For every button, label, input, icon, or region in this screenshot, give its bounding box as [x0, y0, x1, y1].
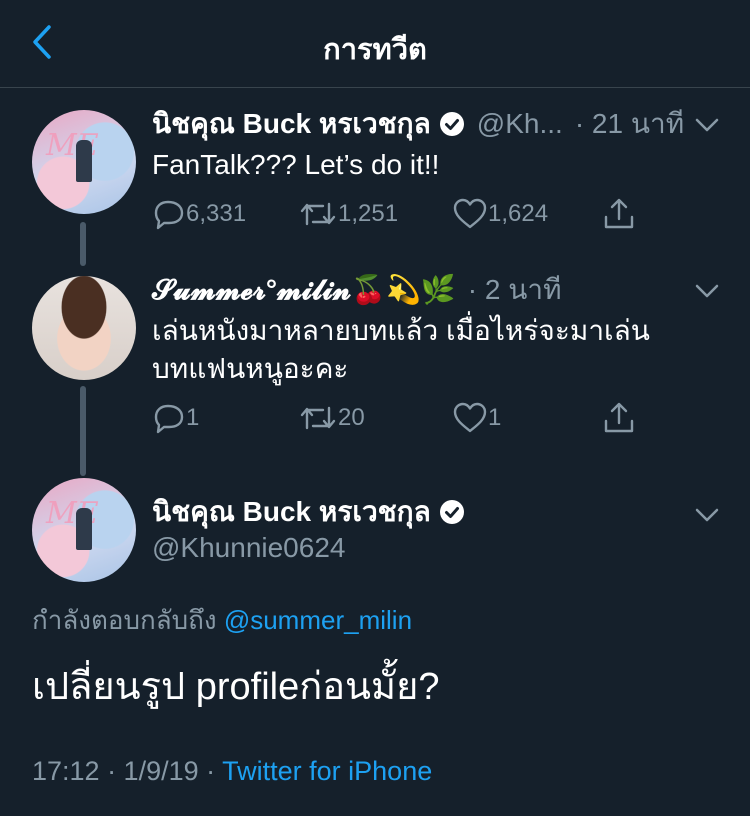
handle-line: @Khunnie0624 — [152, 530, 345, 566]
source-link[interactable]: Twitter for iPhone — [222, 756, 432, 786]
verified-badge-icon — [439, 500, 464, 524]
user-handle[interactable]: @Khunnie0624 — [152, 532, 345, 564]
avatar-figure — [76, 508, 92, 550]
tweet-header: นิชคุณ Buck หรเวชกุล — [152, 494, 465, 530]
chevron-down-icon[interactable] — [694, 506, 720, 524]
tweet-meta: 17:12 · 1/9/19 · Twitter for iPhone — [32, 756, 432, 787]
focused-tweet: ME นิชคุณ Buck หรเวชกุล @Khunnie0624 กำล… — [0, 0, 750, 816]
display-name[interactable]: นิชคุณ Buck หรเวชกุล — [152, 490, 431, 534]
reply-prefix: กำลังตอบกลับถึง — [32, 605, 217, 635]
mention-link[interactable]: @summer_milin — [224, 605, 412, 635]
tweet-text: เปลี่ยนรูป profileก่อนมั้ย? — [32, 666, 440, 708]
replying-to: กำลังตอบกลับถึง @summer_milin — [32, 600, 412, 641]
timestamp: 17:12 · 1/9/19 · — [32, 756, 223, 786]
avatar[interactable]: ME — [32, 478, 136, 582]
